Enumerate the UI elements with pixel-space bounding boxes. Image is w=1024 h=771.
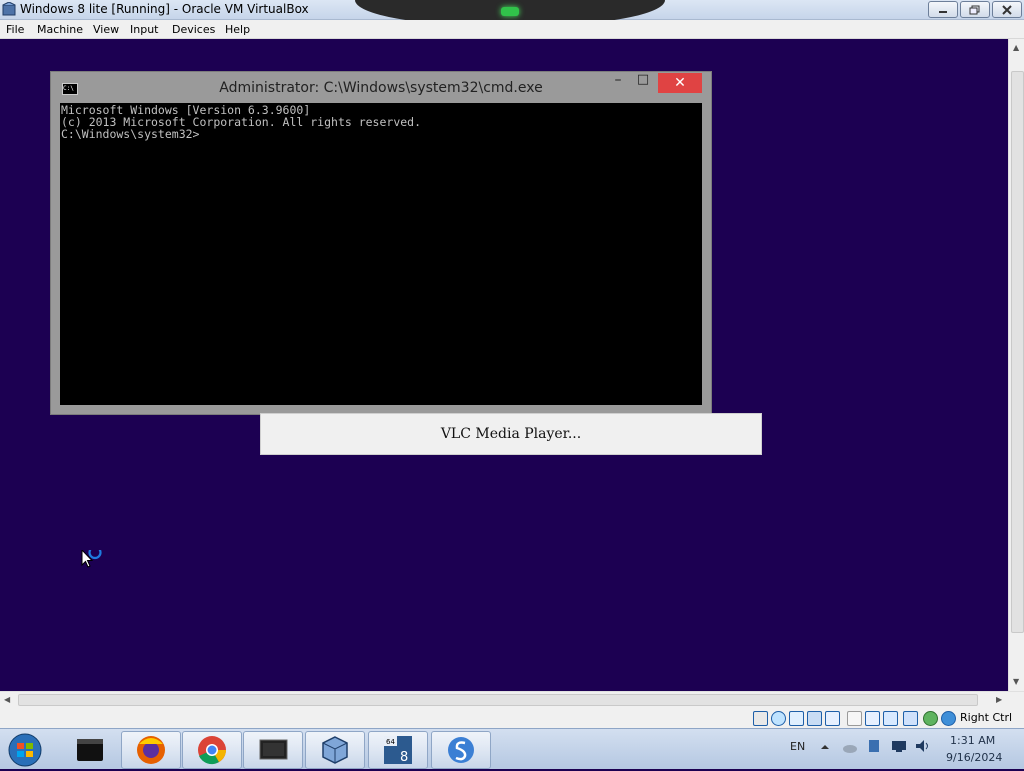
cpu-icon[interactable] xyxy=(903,711,918,726)
host-restore-button[interactable] xyxy=(960,1,990,18)
host-window-title: Windows 8 lite [Running] - Oracle VM Vir… xyxy=(20,2,309,16)
display-icon[interactable] xyxy=(865,711,880,726)
hard-disk-icon[interactable] xyxy=(753,711,768,726)
chrome-icon xyxy=(198,736,226,765)
taskbar-app-monitor[interactable] xyxy=(243,731,303,769)
busy-cursor-icon xyxy=(81,550,102,568)
shared-folders-icon[interactable] xyxy=(847,711,862,726)
vertical-scroll-thumb[interactable] xyxy=(1011,71,1024,633)
scroll-right-icon[interactable]: ▶ xyxy=(996,695,1002,704)
black-box-app-icon xyxy=(77,739,103,761)
svg-text:8: 8 xyxy=(400,750,408,765)
taskbar-app-firefox[interactable] xyxy=(121,731,181,769)
restore-icon xyxy=(969,5,980,14)
taskbar-app-virtualbox[interactable] xyxy=(305,731,365,769)
vm-running-indicator-icon xyxy=(501,7,519,16)
start-orb-icon xyxy=(8,733,42,767)
host-close-button[interactable] xyxy=(992,1,1022,18)
virtualbox-app-icon xyxy=(2,2,16,16)
console-prompt: C:\Windows\system32> xyxy=(61,127,200,141)
host-statusbar: Right Ctrl xyxy=(0,707,1024,728)
virtualbox-icon xyxy=(322,736,348,764)
audio-icon[interactable] xyxy=(789,711,804,726)
host-key-label: Right Ctrl xyxy=(960,711,1013,724)
vlc-loading-label: VLC Media Player... xyxy=(440,426,582,442)
host-titlebar: Windows 8 lite [Running] - Oracle VM Vir… xyxy=(0,0,1024,26)
tray-cloud-icon[interactable] xyxy=(842,739,858,755)
horizontal-scroll-thumb[interactable] xyxy=(18,694,978,706)
clock-date[interactable]: 9/16/2024 xyxy=(946,751,1002,764)
optical-drive-icon[interactable] xyxy=(771,711,786,726)
vlc-loading-bar: VLC Media Player... xyxy=(260,413,762,455)
simplenote-icon xyxy=(448,737,474,763)
menu-input[interactable]: Input xyxy=(130,23,158,36)
cmd-close-button[interactable]: ✕ xyxy=(658,73,702,93)
vm-vertical-scrollbar[interactable]: ▲ ▼ xyxy=(1008,39,1024,691)
host-minimize-button[interactable] xyxy=(928,1,958,18)
mouse-integration-icon[interactable] xyxy=(923,711,938,726)
scroll-left-icon[interactable]: ◀ xyxy=(4,695,10,704)
menu-view[interactable]: View xyxy=(93,23,119,36)
tray-network-icon[interactable] xyxy=(890,738,908,754)
taskbar-app-simplenote[interactable] xyxy=(431,731,491,769)
taskbar-app-chrome[interactable] xyxy=(182,731,242,769)
guest-taskbar: 64 8 EN 1:31 AM 9/16/2024 xyxy=(0,728,1024,769)
cmd-minimize-button[interactable]: – xyxy=(611,72,625,92)
clock-time[interactable]: 1:31 AM xyxy=(950,734,995,747)
start-button[interactable] xyxy=(4,731,52,769)
cmd-titlebar[interactable]: C:\ Administrator: C:\Windows\system32\c… xyxy=(51,72,711,102)
taskbar-app-windows8-64[interactable]: 64 8 xyxy=(368,731,428,769)
firefox-icon xyxy=(137,736,165,764)
usb-icon[interactable] xyxy=(825,711,840,726)
scroll-up-icon[interactable]: ▲ xyxy=(1013,43,1019,52)
taskbar-app-black-box[interactable] xyxy=(60,731,120,769)
minimize-icon xyxy=(939,10,947,13)
host-menubar: File Machine View Input Devices Help xyxy=(0,20,1024,39)
menu-help[interactable]: Help xyxy=(225,23,250,36)
monitor-app-icon xyxy=(259,739,288,760)
tray-volume-icon[interactable] xyxy=(914,738,932,754)
menu-devices[interactable]: Devices xyxy=(172,23,215,36)
cmd-window[interactable]: C:\ Administrator: C:\Windows\system32\c… xyxy=(50,71,712,415)
cmd-maximize-button[interactable]: □ xyxy=(635,72,651,92)
menu-machine[interactable]: Machine xyxy=(37,23,83,36)
tray-flag-icon[interactable] xyxy=(866,738,882,754)
scroll-down-icon[interactable]: ▼ xyxy=(1013,677,1019,686)
menu-file[interactable]: File xyxy=(6,23,24,36)
keyboard-capture-icon[interactable] xyxy=(941,711,956,726)
svg-text:64: 64 xyxy=(386,738,395,746)
windows8-64-iso-icon: 64 8 xyxy=(384,736,412,765)
cmd-console[interactable]: Microsoft Windows [Version 6.3.9600] (c)… xyxy=(60,103,702,405)
tray-language[interactable]: EN xyxy=(790,740,805,753)
close-icon xyxy=(1002,4,1012,15)
vm-horizontal-scrollbar[interactable]: ◀ ▶ xyxy=(0,691,1024,708)
network-icon[interactable] xyxy=(807,711,822,726)
video-capture-icon[interactable] xyxy=(883,711,898,726)
tray-show-hidden-icon[interactable] xyxy=(820,742,830,752)
